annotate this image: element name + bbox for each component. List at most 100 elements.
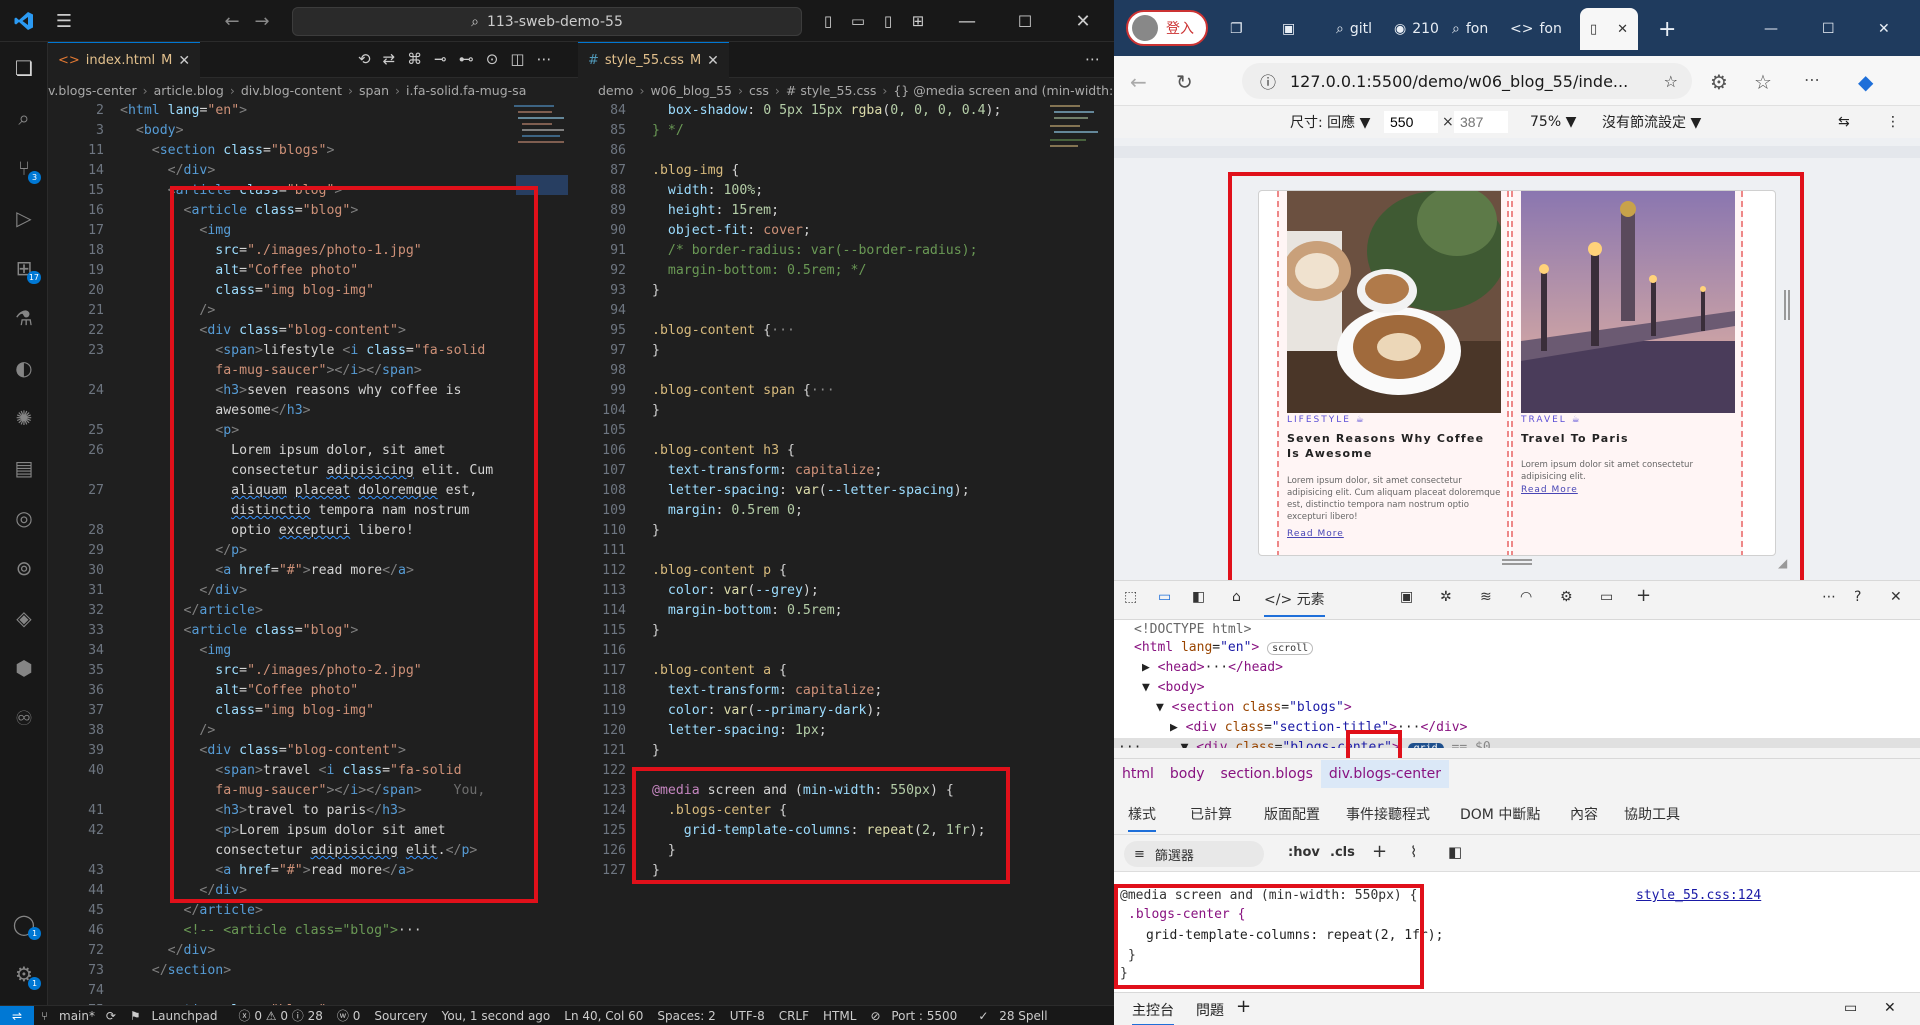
favorite-star-icon[interactable]: ☆ — [1664, 72, 1678, 91]
code-line[interactable] — [652, 641, 1044, 661]
code-line[interactable]: margin-bottom: 0.5rem; — [652, 601, 1044, 621]
close-tab-icon[interactable]: ✕ — [178, 53, 190, 69]
code-line[interactable]: } — [652, 341, 1044, 361]
browser-tab-4[interactable]: <> fon — [1510, 10, 1562, 48]
network-wifi-icon[interactable]: ≋ — [1480, 589, 1492, 605]
rule-source-link[interactable]: style_55.css:124 — [1636, 888, 1761, 903]
hexagon-extension-icon[interactable]: ⬢ — [0, 646, 48, 690]
code-line[interactable]: } — [652, 281, 1044, 301]
compare-changes-icon[interactable]: ⇄ — [383, 50, 396, 68]
code-line[interactable]: <!-- <article class="blog">··· — [120, 921, 508, 941]
tab-properties[interactable]: 內容 — [1570, 804, 1598, 824]
code-line[interactable]: height: 15rem; — [652, 201, 1044, 221]
application-icon[interactable]: ▭ — [1600, 589, 1613, 605]
crumb-html[interactable]: html — [1114, 766, 1162, 782]
code-line[interactable]: <body> — [120, 121, 508, 141]
line-endings[interactable]: CRLF — [772, 1009, 816, 1023]
code-line[interactable]: </section> — [120, 961, 508, 981]
branch-status[interactable]: ⑂ main* ⟳ — [34, 1009, 123, 1023]
crumb-body[interactable]: body — [1162, 766, 1213, 782]
ports-status[interactable]: ⓦ 0 — [330, 1007, 367, 1024]
settings-gear-icon[interactable]: ⚙ 1 — [0, 952, 48, 996]
device-emulation-icon[interactable]: ▭ — [1158, 589, 1171, 605]
tab-computed[interactable]: 已計算 — [1190, 804, 1232, 824]
paint-brush-icon[interactable]: ⌇ — [1410, 843, 1417, 861]
dom-html[interactable]: <html lang="en"> scroll — [1134, 638, 1314, 658]
copilot-icon[interactable]: ◆ — [1858, 70, 1873, 94]
browser-tab-1[interactable]: ⌕ gitl — [1336, 10, 1372, 48]
close-tab-icon[interactable]: ✕ — [1617, 22, 1628, 37]
breadcrumb-item[interactable]: demo — [598, 83, 633, 98]
code-line[interactable]: margin: 0.5rem 0; — [652, 501, 1044, 521]
code-line[interactable] — [652, 141, 1044, 161]
dom-body[interactable]: ▼ <body> — [1142, 678, 1205, 698]
code-line[interactable]: text-transform: capitalize; — [652, 681, 1044, 701]
live-server-port[interactable]: ⊘ Port : 5500 — [863, 1009, 971, 1023]
command-center-search[interactable]: ⌕ 113-sweb-demo-55 — [292, 7, 802, 36]
indentation[interactable]: Spaces: 2 — [650, 1009, 722, 1023]
code-line[interactable]: .blog-content span {··· — [652, 381, 1044, 401]
tab-layout[interactable]: 版面配置 — [1264, 804, 1320, 824]
breadcrumb-item[interactable]: span — [359, 83, 389, 98]
tab-actions-icon[interactable]: ▣ — [1282, 10, 1295, 48]
source-control-icon[interactable]: ⑂ 3 — [0, 146, 48, 190]
code-line[interactable]: .blog-content h3 { — [652, 441, 1044, 461]
filter-input[interactable]: ≡ 篩選器 — [1124, 841, 1264, 867]
code-line[interactable]: } — [652, 621, 1044, 641]
code-line[interactable]: box-shadow: 0 5px 15px rgba(0, 0, 0, 0.4… — [652, 101, 1044, 121]
encoding[interactable]: UTF-8 — [723, 1009, 772, 1023]
dom-section-title[interactable]: ▶ <div class="section-title">···</div> — [1170, 718, 1467, 738]
console-icon[interactable]: ▣ — [1400, 589, 1413, 605]
code-line[interactable]: text-transform: capitalize; — [652, 461, 1044, 481]
url-field[interactable]: ⓘ 127.0.0.1:5500/demo/w06_blog_55/inde..… — [1242, 63, 1692, 99]
settings-gear-icon[interactable]: ⚙ — [1560, 589, 1573, 605]
toggle-secondary-sidebar-icon[interactable]: ▯ — [876, 8, 900, 34]
python-icon[interactable]: ♾ — [0, 696, 48, 740]
breadcrumb-item[interactable]: i.fa-solid.fa-mug-sa — [406, 83, 526, 98]
breadcrumb-item[interactable]: v.blogs-center — [48, 83, 137, 98]
timeline-icon[interactable]: ⟲ — [358, 50, 371, 68]
tab-issues[interactable]: 問題 — [1196, 1000, 1224, 1020]
refresh-icon[interactable]: ↻ — [1176, 70, 1193, 94]
new-rule-plus-icon[interactable]: + — [1372, 841, 1387, 862]
code-line[interactable]: </article> — [120, 901, 508, 921]
code-line[interactable]: letter-spacing: var(--letter-spacing); — [652, 481, 1044, 501]
back-arrow-icon[interactable]: ← — [220, 8, 244, 34]
workspaces-icon[interactable]: ❐ — [1230, 10, 1243, 48]
code-line[interactable]: .blog-content {··· — [652, 321, 1044, 341]
crumb-blogs-center[interactable]: div.blogs-center — [1320, 759, 1449, 788]
dom-tree[interactable]: <!DOCTYPE html> <html lang="en"> scroll … — [1114, 620, 1920, 748]
minimize-icon[interactable]: — — [952, 8, 982, 34]
maximize-icon[interactable]: ☐ — [1822, 10, 1835, 48]
tab-accessibility[interactable]: 協助工具 — [1624, 804, 1680, 824]
close-drawer-icon[interactable]: ✕ — [1884, 1000, 1896, 1016]
browser-tab-2[interactable]: ◉ 210 — [1394, 10, 1439, 48]
code-line[interactable]: /* border-radius: var(--border-radius); — [652, 241, 1044, 261]
explorer-icon[interactable]: ❏ — [0, 46, 48, 90]
git-graph-icon[interactable]: ⊚ — [0, 546, 48, 590]
dom-blogs-center-selected[interactable]: ··· ▼ <div class="blogs-center"> grid ==… — [1114, 738, 1920, 748]
active-browser-tab[interactable]: ▯ ✕ — [1580, 8, 1638, 50]
forward-arrow-icon[interactable]: → — [250, 8, 274, 34]
edge-devtools-icon[interactable]: ◐ — [0, 346, 48, 390]
search-icon[interactable]: ⌕ — [0, 96, 48, 140]
breadcrumb-item[interactable]: {} @media screen and (min-width: 55 — [893, 83, 1114, 98]
code-line[interactable]: .blog-img { — [652, 161, 1044, 181]
toggle-sidebar-icon[interactable]: ▯ — [816, 8, 840, 34]
code-line[interactable]: color: var(--grey); — [652, 581, 1044, 601]
code-line[interactable]: margin-bottom: 0.5rem; */ — [652, 261, 1044, 281]
device-more-icon[interactable]: ⋮ — [1886, 114, 1900, 130]
code-line[interactable]: color: var(--primary-dark); — [652, 701, 1044, 721]
rotate-icon[interactable]: ⇆ — [1838, 114, 1850, 130]
tab-style-css[interactable]: # style_55.css M ✕ — [578, 42, 729, 78]
device-height-input[interactable] — [1454, 111, 1508, 133]
zoom-select[interactable]: 75% ▼ — [1530, 114, 1576, 130]
more-tools-plus-icon[interactable]: + — [1636, 585, 1651, 606]
tab-console[interactable]: 主控台 — [1132, 1000, 1174, 1025]
code-line[interactable] — [652, 541, 1044, 561]
run-debug-icon[interactable]: ▷ — [0, 196, 48, 240]
accounts-icon[interactable]: ◯ 1 — [0, 902, 48, 946]
class-toggle[interactable]: .cls — [1330, 845, 1355, 860]
minimize-icon[interactable]: — — [1764, 10, 1778, 48]
device-width-input[interactable] — [1384, 111, 1438, 133]
